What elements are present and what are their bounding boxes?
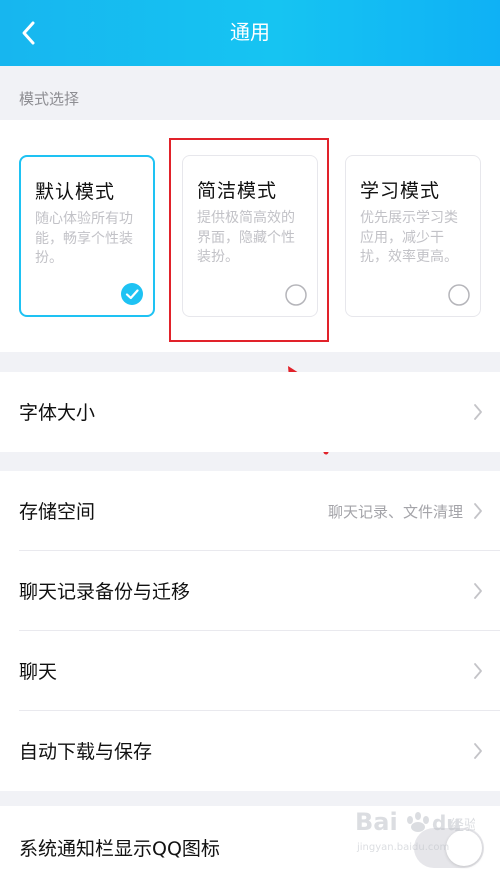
annotation-highlight-box — [169, 138, 329, 342]
title-bar: 通用 — [0, 0, 500, 66]
setting-row-chat[interactable]: 聊天 — [0, 631, 500, 711]
row-label: 字体大小 — [19, 402, 96, 424]
chevron-right-icon — [474, 503, 482, 519]
chevron-right-icon — [474, 404, 482, 420]
chevron-right-icon — [474, 663, 482, 679]
radio-empty-icon — [448, 284, 470, 306]
row-label: 聊天记录备份与迁移 — [19, 581, 191, 603]
paw-icon — [407, 812, 429, 832]
watermark-suffix: 经验 — [450, 818, 475, 834]
row-value: 聊天记录、文件清理 — [327, 503, 463, 521]
chevron-right-icon — [474, 583, 482, 599]
mode-title: 默认模式 — [35, 181, 116, 203]
mode-card-default[interactable]: 默认模式 随心体验所有功能，畅享个性装扮。 — [19, 155, 155, 317]
mode-card-study[interactable]: 学习模式 优先展示学习类应用，减少干扰，效率更高。 — [345, 155, 481, 317]
checkmark-circle-icon — [121, 283, 143, 305]
chevron-right-icon — [474, 743, 482, 759]
row-label: 聊天 — [19, 661, 58, 683]
row-label: 存储空间 — [19, 501, 96, 523]
setting-row-chat-backup[interactable]: 聊天记录备份与迁移 — [0, 551, 500, 631]
row-label: 系统通知栏显示QQ图标 — [19, 838, 220, 860]
setting-row-font-size[interactable]: 字体大小 — [0, 372, 500, 452]
mode-description: 随心体验所有功能，畅享个性装扮。 — [35, 211, 133, 266]
setting-row-auto-download[interactable]: 自动下载与保存 — [0, 711, 500, 791]
mode-description: 优先展示学习类应用，减少干扰，效率更高。 — [360, 210, 458, 265]
page-title: 通用 — [230, 20, 270, 44]
mode-title: 学习模式 — [360, 180, 441, 202]
mode-section-label: 模式选择 — [19, 90, 80, 108]
watermark-url: jingyan.baidu.com — [356, 842, 449, 853]
setting-row-storage[interactable]: 存储空间 聊天记录、文件清理 — [0, 471, 500, 551]
baidu-jingyan-watermark: Bai du 经验 jingyan.baidu.com — [355, 808, 475, 853]
watermark-brand: Bai — [355, 808, 398, 836]
row-label: 自动下载与保存 — [19, 741, 153, 763]
